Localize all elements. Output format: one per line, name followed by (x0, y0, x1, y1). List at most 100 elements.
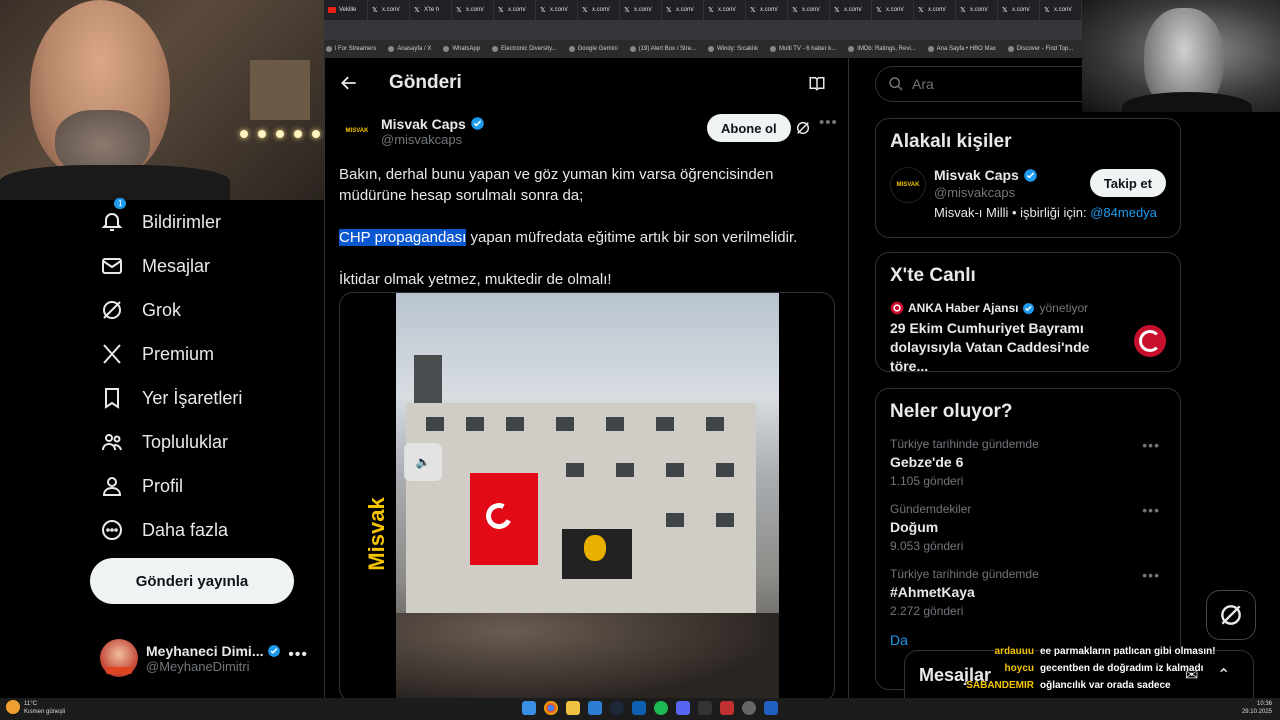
browser-address-bar[interactable] (324, 20, 1082, 40)
discord-icon[interactable] (676, 701, 690, 715)
bookmarks-bar: l For Streamers Anasayfa / X WhatsApp Elect… (324, 40, 1082, 58)
browser-tab[interactable]: 𝕏x.com/ (998, 0, 1040, 20)
browser-tab[interactable]: 𝕏x.com/ (1040, 0, 1082, 20)
browser-tab[interactable]: 𝕏x.com/ (914, 0, 956, 20)
live-thumbnail[interactable] (1134, 325, 1166, 357)
bookmark-item[interactable]: Discover - Find Top... (1007, 46, 1073, 52)
trend-more-icon[interactable]: ••• (1142, 567, 1160, 583)
post-button[interactable]: Gönderi yayınla (90, 558, 294, 604)
steam-icon[interactable] (610, 701, 624, 715)
stream-chat-overlay: ardauuu ee parmakların patlıcan gibi olma… (930, 646, 1240, 697)
chat-line: hoycu gecentben de doğradım iz kalmadı (1004, 663, 1204, 674)
app-icon[interactable] (742, 701, 756, 715)
windows-start-icon[interactable] (522, 701, 536, 715)
sidebar-item-premium[interactable]: Premium (90, 332, 324, 376)
bookmark-item[interactable]: WhatsApp (443, 46, 480, 52)
grok-floating-button[interactable] (1206, 590, 1256, 640)
favicon-icon (927, 46, 934, 52)
bookmark-item[interactable]: Windy: Sıcaklık (708, 46, 758, 52)
chrome-icon[interactable] (544, 701, 558, 715)
browser-tab[interactable]: Vekille (324, 0, 368, 20)
sidebar-item-bookmarks[interactable]: Yer İşaretleri (90, 376, 324, 420)
trend-more-icon[interactable]: ••• (1142, 437, 1160, 453)
trend-more-icon[interactable]: ••• (1142, 502, 1160, 518)
browser-tab[interactable]: 𝕏x.com/ (536, 0, 578, 20)
sidebar-item-label: Yer İşaretleri (142, 387, 243, 408)
back-arrow-icon[interactable] (339, 73, 359, 93)
grok-icon[interactable] (795, 120, 811, 136)
browser-tab[interactable]: 𝕏x.com/ (956, 0, 998, 20)
avatar[interactable]: MISVAK (890, 167, 926, 203)
app-icon[interactable] (698, 701, 712, 715)
trend-item[interactable]: Türkiye tarihinde gündemde Gebze'de 6 1.… (890, 437, 1166, 488)
browser-tab[interactable]: 𝕏 X'te h (410, 0, 452, 20)
more-icon[interactable]: ••• (288, 646, 308, 664)
author-handle[interactable]: @misvakcaps (381, 132, 485, 147)
post-video[interactable]: 🔈 Misvak (339, 292, 835, 702)
weather-widget[interactable]: 11°C Kısmen güneşli (6, 700, 65, 716)
selected-text: CHP propagandası (339, 229, 467, 246)
browser-tab[interactable]: 𝕏x.com/ (578, 0, 620, 20)
reader-icon[interactable] (808, 74, 826, 92)
x-logo-icon: 𝕏 (918, 6, 924, 14)
live-headline[interactable]: 29 Ekim Cumhuriyet Bayramı dolayısıyla V… (890, 319, 1126, 376)
bookmark-item[interactable]: Google Gemini (568, 46, 618, 52)
search-bar[interactable] (875, 66, 1082, 102)
app-icon[interactable] (588, 701, 602, 715)
bookmark-item[interactable]: Multi TV - 6 haber k... (770, 46, 836, 52)
trend-item[interactable]: Türkiye tarihinde gündemde #AhmetKaya 2.… (890, 567, 1166, 618)
sidebar-item-profile[interactable]: Profil (90, 464, 324, 508)
sidebar-item-label: Mesajlar (142, 255, 211, 276)
spotify-icon[interactable] (654, 701, 668, 715)
trend-item[interactable]: Gündemdekiler Doğum 9.053 gönderi ••• (890, 502, 1166, 553)
bookmark-item[interactable]: Anasayfa / X (388, 46, 431, 52)
verified-badge-icon (1023, 302, 1035, 314)
app-icon[interactable] (720, 701, 734, 715)
browser-tab[interactable]: 𝕏x.com/ (452, 0, 494, 20)
search-input[interactable] (912, 76, 1062, 92)
system-clock[interactable]: 10:36 29.10.2025 (1242, 700, 1272, 716)
x-logo-icon (103, 344, 121, 364)
sidebar-item-grok[interactable]: Grok (90, 288, 324, 332)
person-name[interactable]: Misvak Caps (934, 167, 1019, 183)
x-logo-icon: 𝕏 (414, 6, 420, 14)
sidebar-item-more[interactable]: Daha fazla (90, 508, 324, 552)
post-more-icon[interactable]: ••• (819, 114, 838, 131)
x-logo-icon: 𝕏 (624, 6, 630, 14)
video-frame[interactable]: 🔈 (396, 293, 779, 701)
taskbar-apps (522, 701, 778, 715)
app-icon[interactable] (764, 701, 778, 715)
mute-icon[interactable]: 🔈 (404, 443, 442, 481)
related-person[interactable]: MISVAK Misvak Caps @misvakcaps Misvak-ı … (890, 167, 1166, 220)
browser-tab[interactable]: 𝕏x.com/ (662, 0, 704, 20)
sidebar-item-notifications[interactable]: 1 Bildirimler (90, 198, 324, 244)
browser-tab[interactable]: 𝕏x.com/ (788, 0, 830, 20)
browser-tab[interactable]: 𝕏x.com/ (620, 0, 662, 20)
bookmark-item[interactable]: IMDb: Ratings, Revi... (848, 46, 916, 52)
favicon-icon (848, 46, 855, 52)
browser-tab[interactable]: 𝕏x.com/ (746, 0, 788, 20)
live-source[interactable]: ANKA Haber Ajansı yönetiyor (890, 301, 1166, 315)
author-avatar[interactable]: MISVAK (339, 113, 375, 149)
app-icon[interactable] (632, 701, 646, 715)
author-name[interactable]: Misvak Caps (381, 116, 466, 132)
follow-button[interactable]: Takip et (1089, 169, 1166, 197)
sidebar-item-communities[interactable]: Topluluklar (90, 420, 324, 464)
sidebar-item-label: Topluluklar (142, 431, 229, 452)
browser-tab[interactable]: 𝕏x.com/ (368, 0, 410, 20)
browser-tab[interactable]: 𝕏x.com/ (872, 0, 914, 20)
browser-tab[interactable]: 𝕏x.com/ (704, 0, 746, 20)
bookmark-item[interactable]: l For Streamers (326, 46, 376, 52)
subscribe-button[interactable]: Abone ol (707, 114, 791, 142)
bio-link[interactable]: @84medya (1090, 205, 1157, 220)
bookmark-item[interactable]: Ana Sayfa • HBO Max (927, 46, 996, 52)
browser-tab[interactable]: 𝕏x.com/ (830, 0, 872, 20)
sidebar-item-messages[interactable]: Mesajlar (90, 244, 324, 288)
folder-icon[interactable] (566, 701, 580, 715)
browser-tab[interactable]: 𝕏x.com/ (494, 0, 536, 20)
account-switcher[interactable]: Meyhaneci Dimi... @MeyhaneDimitri ••• (100, 636, 320, 680)
bookmark-item[interactable]: (19) Alert Box / Stre... (629, 46, 696, 52)
sidebar-nav: 1 Bildirimler Mesajlar Grok Premium Yer … (90, 198, 324, 552)
bookmark-item[interactable]: Electronic Diversity... (492, 46, 557, 52)
post-text: Bakın, derhal bunu yapan ve göz yuman ki… (325, 154, 848, 290)
